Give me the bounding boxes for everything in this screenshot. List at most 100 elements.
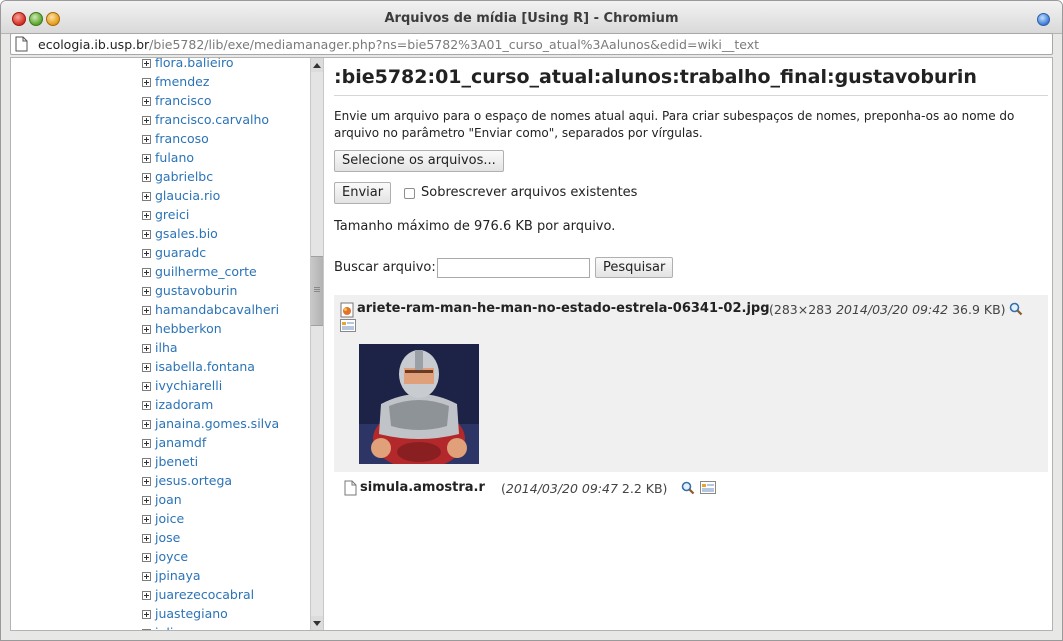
namespace-item[interactable]: greici	[142, 205, 279, 224]
namespace-item[interactable]: joice	[142, 509, 279, 528]
expand-plus-icon[interactable]	[142, 306, 151, 315]
expand-plus-icon[interactable]	[142, 173, 151, 182]
expand-plus-icon[interactable]	[142, 439, 151, 448]
namespace-item[interactable]: gustavoburin	[142, 281, 279, 300]
namespace-link[interactable]: juastegiano	[155, 606, 228, 621]
namespace-item[interactable]: izadoram	[142, 395, 279, 414]
expand-plus-icon[interactable]	[142, 59, 151, 68]
namespace-item[interactable]: guaradc	[142, 243, 279, 262]
namespace-link[interactable]: francisco.carvalho	[155, 112, 269, 127]
namespace-item[interactable]: francoso	[142, 129, 279, 148]
expand-plus-icon[interactable]	[142, 249, 151, 258]
namespace-item[interactable]: joan	[142, 490, 279, 509]
namespace-link[interactable]: jesus.ortega	[155, 473, 232, 488]
magnifier-icon[interactable]	[681, 481, 695, 498]
expand-plus-icon[interactable]	[142, 534, 151, 543]
expand-plus-icon[interactable]	[142, 287, 151, 296]
namespace-link[interactable]: joyce	[155, 549, 188, 564]
expand-plus-icon[interactable]	[142, 325, 151, 334]
file-name-link[interactable]: ariete-ram-man-he-man-no-estado-estrela-…	[357, 301, 770, 316]
scroll-up-arrow-icon[interactable]	[311, 58, 323, 72]
namespace-link[interactable]: ivychiarelli	[155, 378, 222, 393]
edit-icon[interactable]	[700, 481, 716, 497]
namespace-link[interactable]: hamandabcavalheri	[155, 302, 279, 317]
expand-plus-icon[interactable]	[142, 97, 151, 106]
namespace-link[interactable]: juliana	[155, 625, 197, 630]
namespace-link[interactable]: janaina.gomes.silva	[155, 416, 279, 431]
namespace-link[interactable]: glaucia.rio	[155, 188, 220, 203]
namespace-link[interactable]: gustavoburin	[155, 283, 237, 298]
namespace-item[interactable]: ivychiarelli	[142, 376, 279, 395]
namespace-link[interactable]: gabrielbc	[155, 169, 213, 184]
namespace-item[interactable]: juastegiano	[142, 604, 279, 623]
expand-plus-icon[interactable]	[142, 268, 151, 277]
namespace-link[interactable]: joan	[155, 492, 182, 507]
namespace-link[interactable]: fulano	[155, 150, 194, 165]
namespace-link[interactable]: francisco	[155, 93, 212, 108]
namespace-link[interactable]: izadoram	[155, 397, 213, 412]
expand-plus-icon[interactable]	[142, 211, 151, 220]
namespace-link[interactable]: jose	[155, 530, 180, 545]
select-files-button[interactable]: Selecione os arquivos...	[334, 150, 504, 172]
expand-plus-icon[interactable]	[142, 591, 151, 600]
namespace-link[interactable]: fmendez	[155, 74, 209, 89]
namespace-item[interactable]: guilherme_corte	[142, 262, 279, 281]
file-name-link[interactable]: simula.amostra.r	[360, 480, 485, 495]
expand-plus-icon[interactable]	[142, 401, 151, 410]
namespace-item[interactable]: hebberkon	[142, 319, 279, 338]
expand-plus-icon[interactable]	[142, 515, 151, 524]
namespace-link[interactable]: juarezecocabral	[155, 587, 254, 602]
namespace-item[interactable]: fulano	[142, 148, 279, 167]
namespace-item[interactable]: jbeneti	[142, 452, 279, 471]
namespace-item[interactable]: flora.balieiro	[142, 58, 279, 72]
expand-plus-icon[interactable]	[142, 230, 151, 239]
namespace-link[interactable]: ilha	[155, 340, 178, 355]
expand-plus-icon[interactable]	[142, 192, 151, 201]
namespace-link[interactable]: isabella.fontana	[155, 359, 255, 374]
namespace-item[interactable]: francisco.carvalho	[142, 110, 279, 129]
namespace-scrollbar[interactable]	[310, 58, 324, 630]
send-button[interactable]: Enviar	[334, 182, 392, 204]
expand-plus-icon[interactable]	[142, 135, 151, 144]
namespace-item[interactable]: joyce	[142, 547, 279, 566]
namespace-item[interactable]: janamdf	[142, 433, 279, 452]
search-input[interactable]	[437, 258, 590, 278]
namespace-link[interactable]: joice	[155, 511, 184, 526]
namespace-item[interactable]: jpinaya	[142, 566, 279, 585]
overwrite-checkbox[interactable]	[404, 188, 415, 199]
search-button[interactable]: Pesquisar	[595, 257, 674, 278]
expand-plus-icon[interactable]	[142, 78, 151, 87]
expand-plus-icon[interactable]	[142, 477, 151, 486]
namespace-link[interactable]: hebberkon	[155, 321, 222, 336]
namespace-item[interactable]: glaucia.rio	[142, 186, 279, 205]
magnifier-icon[interactable]	[1009, 302, 1023, 319]
expand-plus-icon[interactable]	[142, 553, 151, 562]
namespace-link[interactable]: guilherme_corte	[155, 264, 257, 279]
namespace-item[interactable]: francisco	[142, 91, 279, 110]
namespace-link[interactable]: francoso	[155, 131, 209, 146]
expand-plus-icon[interactable]	[142, 572, 151, 581]
expand-plus-icon[interactable]	[142, 610, 151, 619]
expand-plus-icon[interactable]	[142, 629, 151, 630]
namespace-item[interactable]: isabella.fontana	[142, 357, 279, 376]
expand-plus-icon[interactable]	[142, 344, 151, 353]
namespace-item[interactable]: gsales.bio	[142, 224, 279, 243]
namespace-link[interactable]: janamdf	[155, 435, 206, 450]
namespace-link[interactable]: guaradc	[155, 245, 206, 260]
namespace-item[interactable]: hamandabcavalheri	[142, 300, 279, 319]
namespace-item[interactable]: juliana	[142, 623, 279, 630]
namespace-link[interactable]: greici	[155, 207, 189, 222]
namespace-item[interactable]: janaina.gomes.silva	[142, 414, 279, 433]
edit-icon[interactable]	[340, 319, 356, 335]
namespace-item[interactable]: gabrielbc	[142, 167, 279, 186]
namespace-item[interactable]: juarezecocabral	[142, 585, 279, 604]
namespace-item[interactable]: jose	[142, 528, 279, 547]
image-thumbnail[interactable]	[359, 344, 479, 464]
namespace-item[interactable]: fmendez	[142, 72, 279, 91]
address-bar[interactable]: ecologia.ib.usp.br/bie5782/lib/exe/media…	[10, 33, 1053, 55]
scroll-down-arrow-icon[interactable]	[311, 616, 323, 630]
namespace-link[interactable]: gsales.bio	[155, 226, 218, 241]
expand-plus-icon[interactable]	[142, 363, 151, 372]
namespace-link[interactable]: jbeneti	[155, 454, 198, 469]
namespace-item[interactable]: ilha	[142, 338, 279, 357]
